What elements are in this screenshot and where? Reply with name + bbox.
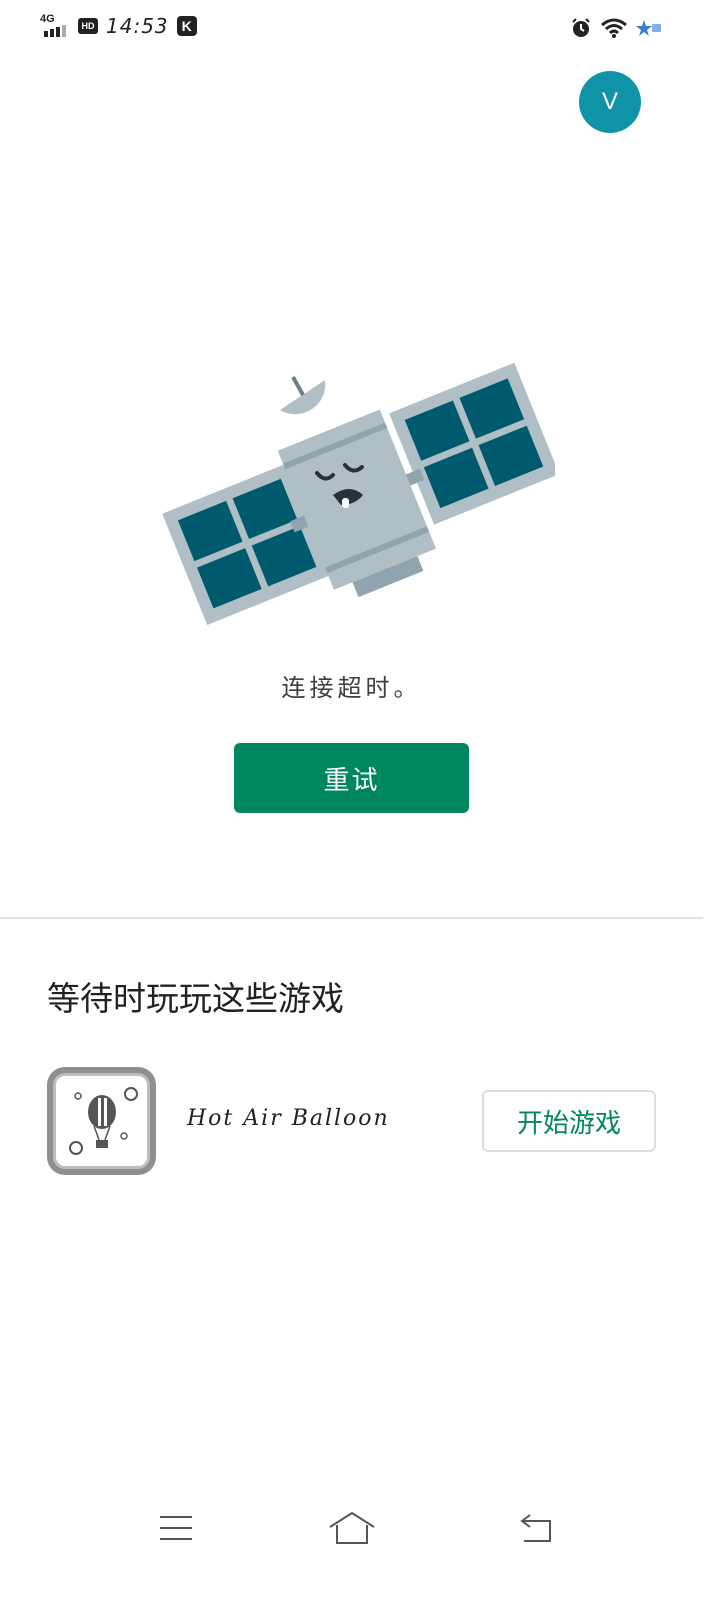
status-bar-left: 4G HD 14:53 K — [40, 12, 197, 40]
error-message: 连接超时。 — [281, 674, 422, 702]
signal-icon: 4G — [40, 13, 70, 39]
back-nav-button[interactable] — [506, 1504, 566, 1552]
status-bar-right — [570, 14, 662, 42]
home-icon — [329, 1511, 375, 1544]
menu-nav-button[interactable] — [146, 1504, 206, 1552]
start-game-button[interactable]: 开始游戏 — [482, 1090, 656, 1152]
section-divider — [0, 917, 703, 919]
back-icon — [520, 1514, 551, 1542]
balloon-icon — [69, 1087, 138, 1155]
system-nav-bar — [0, 1500, 720, 1556]
status-bar: 4G HD 14:53 K — [0, 0, 720, 56]
hd-badge: HD — [78, 18, 98, 34]
app-notification-icon: K — [176, 16, 197, 36]
sleeping-satellite-illustration — [162, 362, 555, 625]
home-nav-button[interactable] — [322, 1504, 382, 1552]
account-avatar[interactable]: V — [579, 71, 641, 133]
retry-button[interactable]: 重试 — [234, 743, 469, 813]
menu-icon — [160, 1516, 192, 1540]
alarm-icon — [572, 18, 590, 37]
status-time: 14:53 — [106, 14, 169, 38]
hot-air-balloon-icon[interactable] — [47, 1067, 156, 1175]
battery-saver-icon — [636, 20, 661, 36]
network-type: 4G — [40, 13, 55, 25]
games-section-title: 等待时玩玩这些游戏 — [47, 979, 344, 1018]
wifi-icon — [601, 18, 627, 38]
game-title: Hot Air Balloon — [187, 1106, 390, 1131]
